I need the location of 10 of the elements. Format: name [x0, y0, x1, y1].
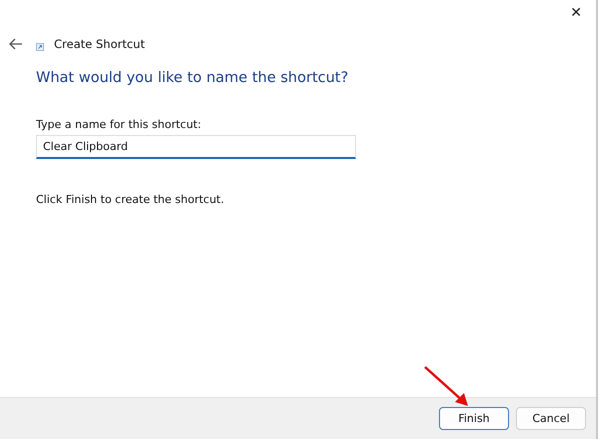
- name-field[interactable]: Clear Clipboard: [36, 135, 356, 159]
- back-arrow-icon: [9, 38, 23, 50]
- cancel-button[interactable]: Cancel: [516, 407, 586, 430]
- finish-button[interactable]: Finish: [439, 407, 509, 430]
- window-title: Create Shortcut: [54, 37, 145, 51]
- field-label: Type a name for this shortcut:: [36, 118, 202, 131]
- close-button[interactable]: ✕: [566, 4, 586, 22]
- page-heading: What would you like to name the shortcut?: [36, 70, 350, 86]
- instruction-text: Click Finish to create the shortcut.: [36, 193, 226, 206]
- shortcut-icon: [36, 43, 44, 51]
